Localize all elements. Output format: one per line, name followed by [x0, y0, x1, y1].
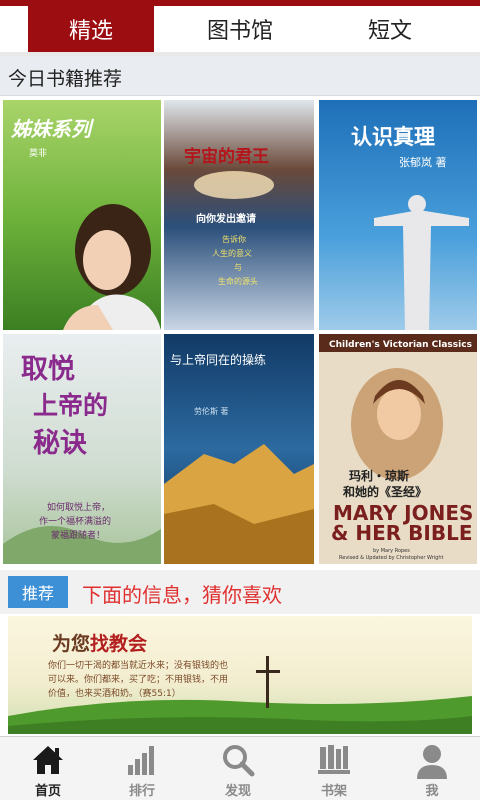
book-cn-title: 和她的《圣经》 — [342, 484, 427, 499]
book-title: 宇宙的君王 — [184, 146, 269, 167]
nav-bookshelf[interactable]: 书架 — [286, 737, 382, 801]
book-cover-please-god[interactable]: 取悦 上帝的 秘诀 如何取悦上帝， 作一个福杯满溢的 蒙福跟随者！ — [3, 334, 161, 564]
book-title: 上帝的 — [33, 391, 108, 420]
section-header: 今日书籍推荐 — [0, 56, 480, 96]
nav-me[interactable]: 我 — [384, 737, 480, 801]
book-title: 认识真理 — [351, 125, 435, 149]
book-cover-mary-jones[interactable]: Children's Victorian Classics 玛利・琼斯 和她的《… — [319, 334, 477, 564]
nav-label: 排行 — [128, 784, 155, 799]
book-subtitle: 作一个福杯满溢的 — [39, 515, 111, 527]
book-grid: 姊妹系列 莫非 宇宙的君王 向你发出邀请 告诉你 人生的意义 与 生命的源头 认… — [0, 96, 480, 566]
book-title: 姊妹系列 — [11, 117, 95, 141]
nav-ranking[interactable]: 排行 — [94, 737, 190, 801]
book-title: 与上帝同在的操练 — [170, 352, 266, 367]
book-author: 劳伦斯 著 — [194, 406, 229, 416]
tab-featured[interactable]: 精选 — [28, 6, 154, 52]
nav-label: 我 — [425, 784, 439, 799]
banner-line: 价值，也来买酒和奶。（赛55:1） — [48, 687, 181, 699]
book-series: Children's Victorian Classics — [329, 340, 472, 350]
section-title: 今日书籍推荐 — [8, 68, 123, 90]
recommend-badge[interactable]: 推荐 — [8, 576, 68, 608]
nav-home[interactable]: 首页 — [0, 737, 96, 801]
recommend-bar: 推荐 下面的信息，猜你喜欢 — [0, 570, 480, 614]
top-tab-bar: 精选 图书馆 短文 — [0, 0, 480, 56]
banner-title-prefix: 为您 — [52, 632, 90, 655]
book-title: 秘诀 — [33, 428, 87, 459]
tab-short-articles[interactable]: 短文 — [320, 6, 460, 52]
nav-discover[interactable]: 发现 — [190, 737, 286, 801]
user-icon — [417, 745, 447, 779]
book-title: 取悦 — [21, 354, 75, 385]
book-line: 告诉你 — [222, 234, 246, 244]
book-cover-king-of-universe[interactable]: 宇宙的君王 向你发出邀请 告诉你 人生的意义 与 生命的源头 — [164, 100, 322, 330]
book-line: 人生的意义 — [212, 248, 252, 258]
search-icon — [223, 745, 255, 777]
nav-label: 书架 — [320, 784, 347, 799]
recommend-text: 下面的信息，猜你喜欢 — [82, 583, 282, 607]
bar-chart-icon — [128, 746, 154, 775]
bottom-nav: 首页 排行 发现 书架 我 — [0, 736, 480, 800]
book-author: 张郁岚 著 — [399, 155, 447, 169]
book-cover-know-truth[interactable]: 认识真理 张郁岚 著 — [319, 100, 477, 330]
book-credit: Revised & Updated by Christopher Wright — [339, 555, 444, 561]
home-icon — [33, 746, 63, 774]
banner-line: 可以来。你们都来，买了吃；不用银钱，不用 — [48, 673, 228, 685]
book-subtitle: 蒙福跟随者！ — [51, 529, 105, 541]
book-credit: by Mary Ropes — [373, 548, 410, 554]
banner-line: 你们一切干渴的都当就近水来；没有银钱的也 — [48, 659, 228, 671]
nav-label: 首页 — [34, 784, 61, 799]
book-subtitle: 如何取悦上帝， — [47, 501, 110, 513]
bookshelf-icon — [318, 745, 350, 774]
book-line: 与 — [234, 263, 242, 272]
book-line: 生命的源头 — [218, 276, 258, 286]
cross-icon — [266, 656, 269, 708]
tab-library[interactable]: 图书馆 — [170, 6, 310, 52]
find-church-banner[interactable]: 为您找教会 你们一切干渴的都当就近水来；没有银钱的也 可以来。你们都来，买了吃；… — [8, 616, 472, 734]
book-author: 莫非 — [29, 147, 47, 159]
book-cover-practice-presence[interactable]: 与上帝同在的操练 劳伦斯 著 — [164, 334, 322, 564]
book-cn-title: 玛利・琼斯 — [349, 468, 409, 483]
svg-text:为您找教会: 为您找教会 — [52, 632, 147, 655]
banner-title-highlight: 找教会 — [90, 632, 147, 655]
nav-label: 发现 — [224, 784, 251, 799]
book-subtitle: 向你发出邀请 — [196, 212, 256, 225]
book-cover-sisters[interactable]: 姊妹系列 莫非 — [3, 100, 161, 330]
book-en-title: & HER BIBLE — [331, 521, 473, 545]
